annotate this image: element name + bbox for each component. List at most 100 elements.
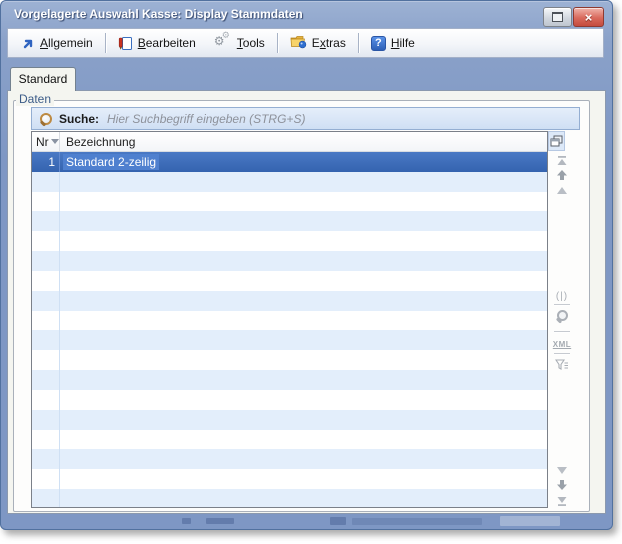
grid-row-empty[interactable] xyxy=(32,172,547,192)
grid-row-empty[interactable] xyxy=(32,330,547,350)
background-window-remnant xyxy=(352,518,482,525)
background-window-remnant xyxy=(500,516,560,526)
grid-row-empty[interactable] xyxy=(32,390,547,410)
cell-nr xyxy=(32,430,60,450)
hilfe-label: Hilfe xyxy=(391,36,415,50)
magnifier-icon xyxy=(39,112,53,126)
grid-row-empty[interactable] xyxy=(32,430,547,450)
cell-bezeichnung xyxy=(60,231,547,251)
arrow-up-right-icon xyxy=(21,36,35,50)
daten-groupbox: Daten Suche: Hier Suchbegriff eingeben (… xyxy=(13,100,590,512)
cell-nr xyxy=(32,489,60,508)
grid-row-empty[interactable] xyxy=(32,291,547,311)
xml-icon[interactable]: XML xyxy=(548,337,576,351)
grid-row-empty[interactable] xyxy=(32,350,547,370)
search-input[interactable]: Suche: Hier Suchbegriff eingeben (STRG+S… xyxy=(31,107,580,130)
cell-nr xyxy=(32,311,60,331)
help-icon: ? xyxy=(371,36,386,51)
grid-body: 1Standard 2-zeilig xyxy=(32,152,547,508)
titlebar[interactable]: Vorgelagerte Auswahl Kasse: Display Stam… xyxy=(0,0,613,28)
cell-nr xyxy=(32,251,60,271)
bearbeiten-button[interactable]: Bearbeiten xyxy=(109,31,205,55)
close-icon: × xyxy=(585,10,593,25)
scroll-up-icon[interactable] xyxy=(548,183,576,197)
side-separator xyxy=(554,331,570,332)
grid-row-empty[interactable] xyxy=(32,469,547,489)
grid-row[interactable]: 1Standard 2-zeilig xyxy=(32,152,547,172)
cell-bezeichnung xyxy=(60,271,547,291)
restore-button[interactable] xyxy=(543,7,572,27)
data-grid: Nr Bezeichnung 1Standard 2-zeilig xyxy=(31,131,548,508)
cell-nr xyxy=(32,410,60,430)
allgemein-label: Allgemein xyxy=(40,36,93,50)
filter-icon[interactable] xyxy=(548,358,576,372)
hilfe-button[interactable]: ? Hilfe xyxy=(362,31,424,55)
bearbeiten-label: Bearbeiten xyxy=(138,36,196,50)
cell-bezeichnung xyxy=(60,172,547,192)
tools-label: Tools xyxy=(237,36,265,50)
cell-nr xyxy=(32,370,60,390)
toolbar-separator xyxy=(277,33,278,53)
zoom-icon[interactable] xyxy=(548,309,576,324)
cell-nr xyxy=(32,390,60,410)
cell-bezeichnung xyxy=(60,350,547,370)
cell-nr xyxy=(32,231,60,251)
move-down-icon[interactable] xyxy=(548,478,576,492)
tools-button[interactable]: ⚙⚙ Tools xyxy=(205,31,274,55)
dialog-window: Vorgelagerte Auswahl Kasse: Display Stam… xyxy=(0,0,613,530)
tab-standard[interactable]: Standard xyxy=(10,67,76,91)
record-indicator-icon[interactable]: (|) xyxy=(548,289,576,303)
extras-label: Extras xyxy=(312,36,346,50)
cell-bezeichnung xyxy=(60,291,547,311)
column-header-nr[interactable]: Nr xyxy=(32,132,60,151)
toolbar-separator xyxy=(358,33,359,53)
grid-row-empty[interactable] xyxy=(32,251,547,271)
column-chooser-button[interactable] xyxy=(548,131,565,151)
grid-row-empty[interactable] xyxy=(32,192,547,212)
move-up-icon[interactable] xyxy=(548,168,576,182)
side-separator xyxy=(554,353,570,354)
cell-bezeichnung xyxy=(60,489,547,508)
cell-nr xyxy=(32,291,60,311)
grid-row-empty[interactable] xyxy=(32,449,547,469)
tab-page: Daten Suche: Hier Suchbegriff eingeben (… xyxy=(7,90,606,514)
cell-bezeichnung xyxy=(60,211,547,231)
grid-row-empty[interactable] xyxy=(32,410,547,430)
folder-info-icon xyxy=(290,34,307,52)
grid-row-empty[interactable] xyxy=(32,271,547,291)
column-header-bezeichnung[interactable]: Bezeichnung xyxy=(60,132,547,151)
background-window-remnant xyxy=(330,517,346,525)
cell-nr xyxy=(32,469,60,489)
move-to-top-icon[interactable] xyxy=(548,153,576,167)
main-toolbar: Allgemein Bearbeiten ⚙⚙ Tools xyxy=(7,28,604,58)
grid-row-empty[interactable] xyxy=(32,231,547,251)
groupbox-label: Daten xyxy=(16,92,54,106)
restore-icon xyxy=(552,12,563,22)
cell-bezeichnung xyxy=(60,251,547,271)
grid-row-empty[interactable] xyxy=(32,370,547,390)
column-chooser-icon xyxy=(550,135,563,147)
cell-bezeichnung xyxy=(60,330,547,350)
cell-nr xyxy=(32,172,60,192)
grid-row-empty[interactable] xyxy=(32,211,547,231)
background-window-remnant xyxy=(182,518,191,524)
search-placeholder: Hier Suchbegriff eingeben (STRG+S) xyxy=(107,112,305,126)
search-label: Suche: xyxy=(59,112,99,126)
close-button[interactable]: × xyxy=(573,7,604,27)
cell-bezeichnung xyxy=(60,370,547,390)
cell-nr xyxy=(32,449,60,469)
cell-bezeichnung xyxy=(60,430,547,450)
cell-bezeichnung: Standard 2-zeilig xyxy=(60,152,547,172)
extras-button[interactable]: Extras xyxy=(281,31,355,55)
cell-bezeichnung xyxy=(60,449,547,469)
scroll-down-icon[interactable] xyxy=(548,463,576,477)
cell-bezeichnung xyxy=(60,192,547,212)
cell-nr xyxy=(32,192,60,212)
cell-nr xyxy=(32,330,60,350)
move-to-bottom-icon[interactable] xyxy=(548,494,576,508)
grid-row-empty[interactable] xyxy=(32,311,547,331)
background-window-remnant xyxy=(206,518,234,524)
cell-nr xyxy=(32,211,60,231)
allgemein-button[interactable]: Allgemein xyxy=(12,31,102,55)
grid-row-empty[interactable] xyxy=(32,489,547,508)
